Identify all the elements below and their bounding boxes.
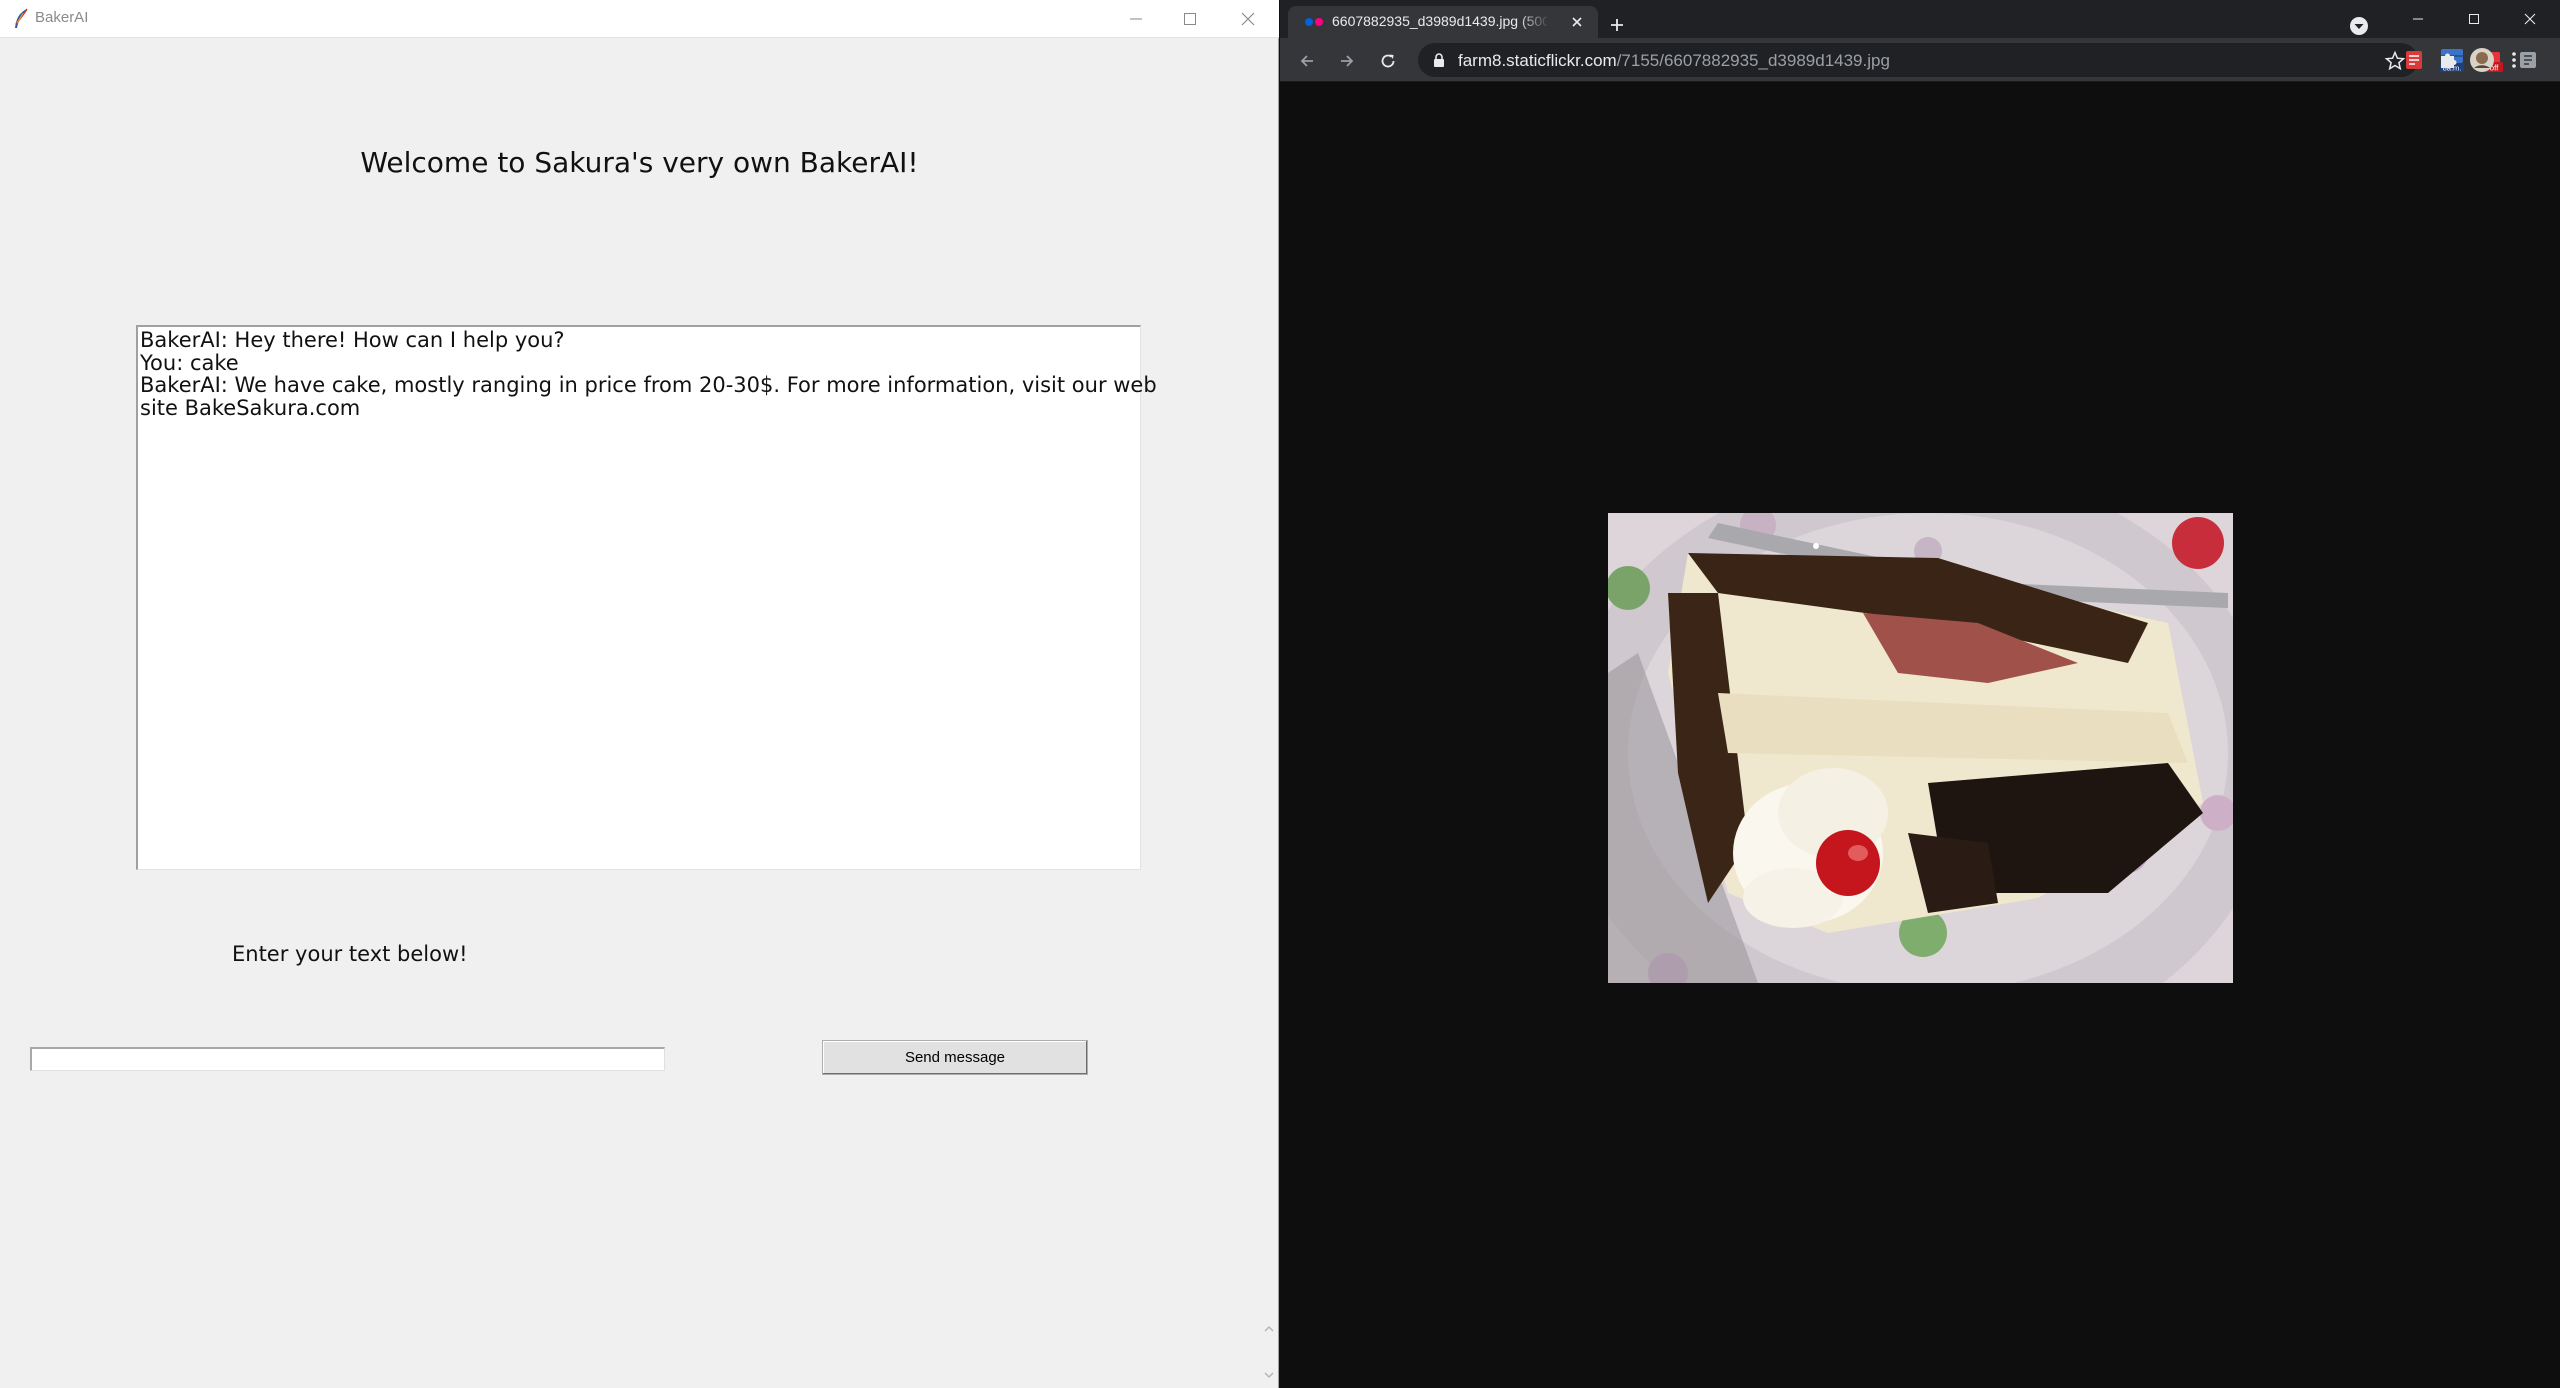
chat-log[interactable]: BakerAI: Hey there! How can I help you? … <box>136 325 1157 870</box>
bakerai-titlebar[interactable]: BakerAI <box>0 0 1279 38</box>
tab-search-button[interactable] <box>2346 13 2372 39</box>
maximize-icon <box>2469 14 2479 24</box>
chat-line: BakerAI: We have cake, mostly ranging in… <box>140 373 1157 397</box>
tab-close-button[interactable] <box>1567 12 1587 32</box>
browser-menu-button[interactable] <box>2500 46 2528 74</box>
kebab-menu-icon <box>2512 52 2516 68</box>
welcome-heading: Welcome to Sakura's very own BakerAI! <box>360 146 919 179</box>
extensions-button[interactable] <box>2434 46 2462 74</box>
lock-icon <box>1434 53 1444 67</box>
puzzle-extensions-icon <box>2441 53 2457 68</box>
reload-button[interactable] <box>1373 46 1403 76</box>
url-host: farm8.staticflickr.com <box>1458 51 1617 70</box>
chat-line: You: cake <box>140 350 239 375</box>
close-icon <box>1572 17 1582 27</box>
input-label: Enter your text below! <box>232 942 468 966</box>
send-message-button[interactable]: Send message <box>822 1040 1088 1075</box>
browser-minimize-button[interactable] <box>2390 0 2446 38</box>
browser-close-button[interactable] <box>2502 0 2558 38</box>
notes-extension-button[interactable] <box>2400 46 2428 74</box>
browser-maximize-button[interactable] <box>2446 0 2502 38</box>
maximize-icon <box>1184 13 1196 25</box>
bakerai-window: BakerAI Welcome to Sakura's very own Bak… <box>0 0 1279 1388</box>
close-button[interactable] <box>1219 0 1277 38</box>
browser-tab[interactable]: 6607882935_d3989d1439.jpg (500 <box>1288 6 1598 38</box>
scroll-down-arrow-icon[interactable] <box>1262 1368 1276 1382</box>
plus-icon <box>1611 19 1623 31</box>
extension-tray <box>2400 46 2560 80</box>
back-button[interactable] <box>1292 46 1322 76</box>
url-text: farm8.staticflickr.com/7155/6607882935_d… <box>1458 51 1890 71</box>
maximize-button[interactable] <box>1161 0 1219 38</box>
profile-avatar-icon <box>2470 48 2494 72</box>
feather-icon <box>15 8 28 28</box>
close-icon <box>2524 13 2536 25</box>
notes-extension-icon <box>2406 51 2422 69</box>
forward-arrow-icon <box>1341 55 1354 67</box>
cake-photo[interactable] <box>1608 513 2233 983</box>
reload-icon <box>1381 54 1395 68</box>
chevron-down-icon <box>2350 17 2368 35</box>
forward-button[interactable] <box>1332 46 1362 76</box>
new-tab-button[interactable] <box>1604 12 1630 38</box>
address-bar[interactable]: farm8.staticflickr.com/7155/6607882935_d… <box>1418 43 2418 77</box>
chat-line: BakerAI: Hey there! How can I help you? <box>140 328 565 352</box>
image-viewer <box>1280 82 2560 1388</box>
url-path: /7155/6607882935_d3989d1439.jpg <box>1616 51 1890 70</box>
scroll-up-arrow-icon[interactable] <box>1262 1322 1276 1336</box>
close-icon <box>1241 12 1255 26</box>
browser-window: 6607882935_d3989d1439.jpg (500 farm8.sta… <box>1280 0 2560 1388</box>
flickr-favicon-icon <box>1305 18 1323 26</box>
tab-title: 6607882935_d3989d1439.jpg (500 <box>1332 13 1547 29</box>
browser-toolbar: farm8.staticflickr.com/7155/6607882935_d… <box>1280 38 2560 82</box>
back-arrow-icon <box>1300 55 1313 67</box>
profile-button[interactable] <box>2468 46 2496 74</box>
tab-strip: 6607882935_d3989d1439.jpg (500 <box>1280 0 2560 38</box>
tab-title-fade <box>1518 10 1550 32</box>
chat-line: site BakeSakura.com <box>140 395 361 420</box>
message-input[interactable] <box>30 1047 665 1071</box>
window-title: BakerAI <box>35 9 89 26</box>
minimize-icon <box>2413 18 2423 20</box>
minimize-icon <box>1130 18 1142 20</box>
minimize-button[interactable] <box>1107 0 1165 38</box>
